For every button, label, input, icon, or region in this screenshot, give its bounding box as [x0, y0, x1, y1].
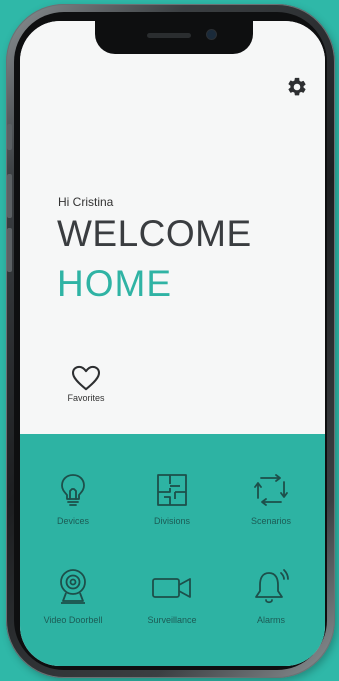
heart-icon — [71, 365, 101, 391]
volume-up-button — [7, 174, 12, 218]
app-mockup: Hi Cristina WELCOME HOME Favorites Devic… — [0, 0, 339, 681]
welcome-heading: WELCOME — [57, 213, 252, 254]
favorites-label: Favorites — [67, 393, 105, 403]
volume-down-button — [7, 228, 12, 272]
greeting-text: Hi Cristina — [58, 195, 114, 209]
menu-item-video-doorbell[interactable]: Video Doorbell — [25, 567, 121, 625]
front-camera — [207, 30, 216, 39]
menu-item-surveillance[interactable]: Surveillance — [124, 567, 220, 625]
menu-item-divisions[interactable]: Divisions — [124, 472, 220, 526]
menu-item-label: Scenarios — [250, 516, 292, 526]
settings-button[interactable] — [286, 76, 308, 98]
phone-notch — [95, 21, 253, 54]
phone-screen: Hi Cristina WELCOME HOME Favorites Devic… — [20, 21, 325, 666]
gear-icon — [288, 77, 306, 96]
bell-icon — [255, 569, 289, 604]
speaker-grille — [147, 33, 191, 38]
menu-item-label: Video Doorbell — [43, 615, 103, 625]
menu-item-label: Divisions — [153, 516, 190, 526]
scenarios-icon — [254, 474, 288, 506]
menu-item-label: Devices — [56, 516, 89, 526]
menu-item-scenarios[interactable]: Scenarios — [223, 472, 319, 526]
menu-item-label: Alarms — [256, 615, 285, 625]
lightbulb-icon — [61, 474, 85, 506]
video-camera-icon — [152, 578, 191, 598]
menu-panel: Devices Divisions Scenarios Video Doorbe… — [20, 434, 325, 666]
floorplan-icon — [157, 474, 187, 506]
welcome-area: Hi Cristina WELCOME HOME Favorites — [20, 21, 325, 434]
doorbell-camera-icon — [60, 569, 86, 604]
menu-item-label: Surveillance — [147, 615, 197, 625]
favorites-button[interactable]: Favorites — [58, 365, 114, 403]
mute-switch — [7, 124, 12, 150]
home-heading: HOME — [57, 263, 172, 304]
menu-item-devices[interactable]: Devices — [25, 472, 121, 526]
menu-item-alarms[interactable]: Alarms — [223, 567, 319, 625]
